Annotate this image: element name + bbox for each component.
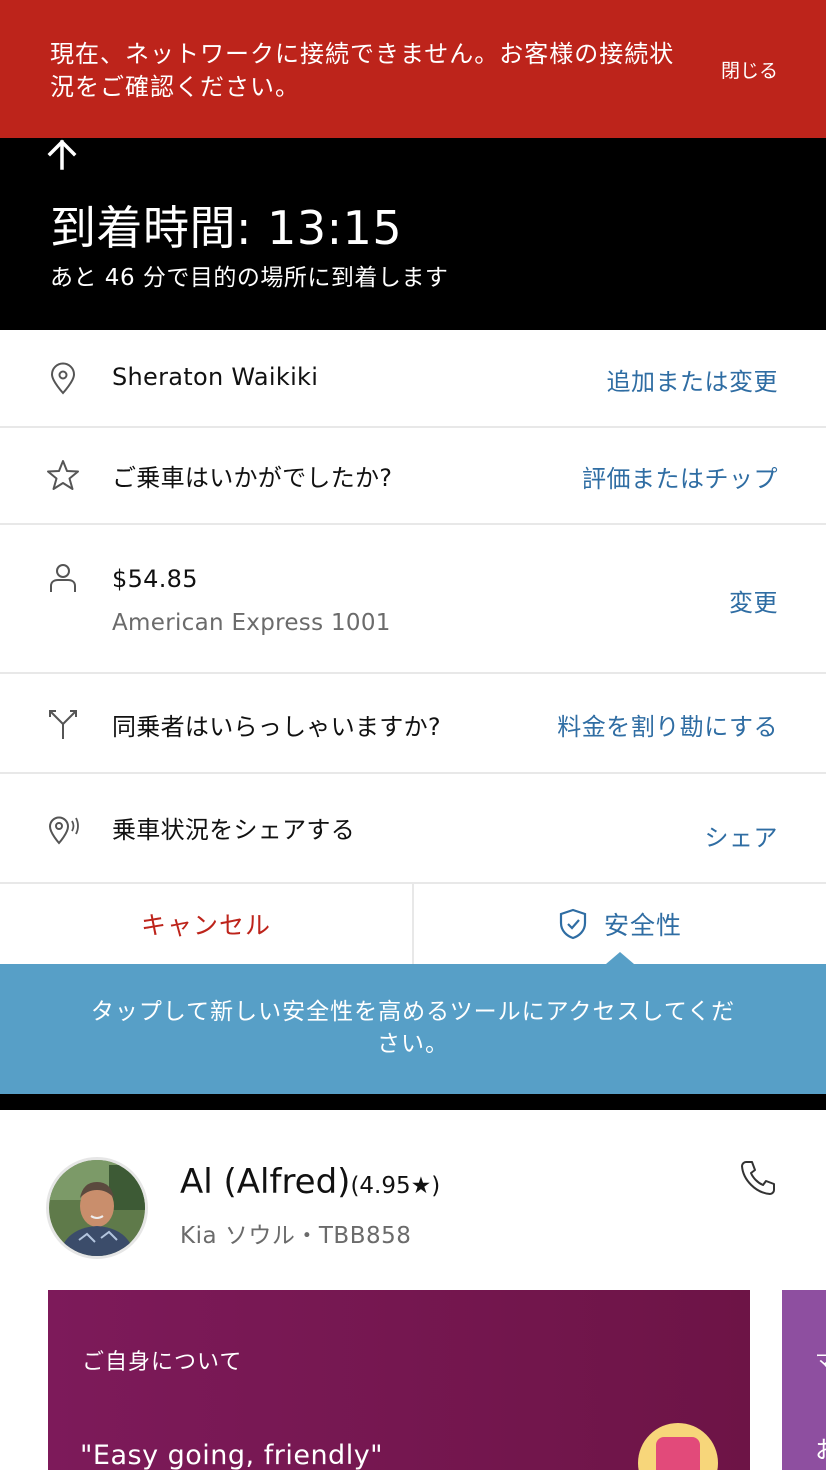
share-trip-label: 乗車状況をシェアする: [112, 816, 355, 844]
person-icon: [50, 564, 76, 592]
star-icon: [47, 460, 79, 490]
payment-change-link[interactable]: 変更: [729, 583, 778, 618]
vehicle-info: Kia ソウル・TBB858: [180, 1223, 412, 1249]
action-button-bar: キャンセル 安全性: [0, 884, 826, 964]
split-fare-row[interactable]: 同乗者はいらっしゃいますか? 料金を割り勘にする: [0, 674, 826, 774]
share-trip-row[interactable]: 乗車状況をシェアする シェア: [0, 774, 826, 884]
driver-about-card[interactable]: ご自身について "Easy going, friendly": [48, 1290, 750, 1470]
banner-close-button[interactable]: 閉じる: [721, 56, 778, 83]
share-link[interactable]: シェア: [705, 818, 779, 853]
payment-method: American Express 1001: [112, 610, 391, 636]
safety-label: 安全性: [603, 911, 682, 940]
about-card-title: ご自身について: [82, 1350, 243, 1375]
destination-row[interactable]: Sheraton Waikiki 追加または変更: [0, 330, 826, 428]
driver-section: Al (Alfred)(4.95★) Kia ソウル・TBB858 ご自身につい…: [0, 1110, 826, 1470]
tooltip-text: タップして新しい安全性を高めるツールにアクセスしてください。: [90, 999, 736, 1057]
next-card-title: マ: [815, 1349, 826, 1373]
cancel-button[interactable]: キャンセル: [0, 884, 412, 964]
network-error-banner: 現在、ネットワークに接続できません。お客様の接続状況をご確認ください。 閉じる: [0, 0, 826, 138]
driver-name-line: Al (Alfred)(4.95★): [180, 1162, 440, 1202]
driver-name: Al (Alfred): [180, 1162, 351, 1202]
share-location-icon: [48, 816, 79, 845]
section-separator: [0, 1094, 826, 1110]
about-card-quote: "Easy going, friendly": [80, 1440, 384, 1470]
eta-subtitle: あと 46 分で目的の場所に到着します: [50, 265, 449, 291]
eta-header: 到着時間: 13:15 あと 46 分で目的の場所に到着します: [0, 138, 826, 330]
arrow-up-icon[interactable]: [44, 138, 80, 170]
fare-amount: $54.85: [112, 565, 198, 593]
next-card-text: お: [815, 1430, 826, 1465]
payment-row[interactable]: $54.85 American Express 1001 変更: [0, 525, 826, 674]
destination-change-link[interactable]: 追加または変更: [607, 362, 779, 397]
rating-question: ご乗車はいかがでしたか?: [112, 464, 393, 492]
split-question: 同乗者はいらっしゃいますか?: [112, 713, 441, 741]
safety-tooltip[interactable]: タップして新しい安全性を高めるツールにアクセスしてください。: [0, 952, 826, 1094]
driver-avatar[interactable]: [46, 1157, 148, 1259]
network-error-message: 現在、ネットワークに接続できません。お客様の接続状況をご確認ください。: [50, 40, 675, 101]
split-fare-link[interactable]: 料金を割り勘にする: [557, 707, 778, 742]
split-fork-icon: [49, 710, 77, 739]
location-pin-icon: [50, 362, 76, 395]
destination-label: Sheraton Waikiki: [112, 363, 319, 391]
next-card-partial[interactable]: マ お: [782, 1290, 826, 1470]
compliment-badge-icon: [638, 1423, 718, 1470]
driver-rating: (4.95★): [350, 1173, 441, 1199]
rate-or-tip-link[interactable]: 評価またはチップ: [582, 459, 778, 494]
shield-check-icon: [559, 908, 587, 940]
tooltip-caret: [606, 952, 634, 964]
phone-icon[interactable]: [738, 1158, 778, 1198]
rating-row[interactable]: ご乗車はいかがでしたか? 評価またはチップ: [0, 428, 826, 525]
eta-title: 到着時間: 13:15: [50, 201, 403, 255]
